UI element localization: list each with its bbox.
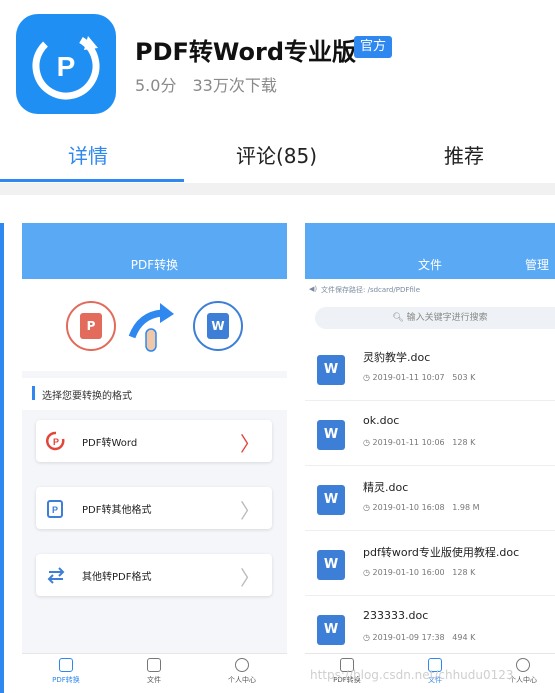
file-meta: ◷ 2019-01-10 16:08 1.98 M xyxy=(363,503,480,512)
nav-label: 个人中心 xyxy=(228,676,256,684)
section-label-text: 选择您要转换的格式 xyxy=(42,391,132,402)
file-size: 503 K xyxy=(452,373,476,382)
section-bar xyxy=(32,386,35,400)
nav-convert[interactable]: PDF转换 xyxy=(36,658,96,685)
convert-illustration: P W xyxy=(22,279,287,371)
option-pdf-to-other[interactable]: P PDF转其他格式 〉 xyxy=(36,487,272,529)
tab-bar: 详情 评论(85) 推荐 xyxy=(0,128,555,184)
chevron-right-icon: 〉 xyxy=(240,566,260,590)
option-pdf-to-word[interactable]: P PDF转Word 〉 xyxy=(36,420,272,462)
file-size: 494 K xyxy=(452,633,476,642)
file-row[interactable]: W pdf转word专业版使用教程.doc ◷ 2019-01-10 16:00… xyxy=(305,532,555,596)
file-name: ok.doc xyxy=(363,414,400,427)
tab-comments[interactable]: 评论(85) xyxy=(236,140,317,169)
word-doc-icon: W xyxy=(317,550,345,580)
option-label: PDF转Word xyxy=(82,438,138,449)
file-name: 精灵.doc xyxy=(363,481,409,494)
option-other-to-pdf[interactable]: 其他转PDF格式 〉 xyxy=(36,554,272,596)
file-size: 128 K xyxy=(452,568,476,577)
save-path-text: 文件保存路径: /sdcard/PDFfile xyxy=(321,286,421,294)
manage-button[interactable]: 管理 xyxy=(525,256,549,273)
word-circle: W xyxy=(193,301,243,351)
file-date: 2019-01-11 10:07 xyxy=(372,373,445,382)
file-icon xyxy=(147,658,161,672)
svg-text:P: P xyxy=(52,505,58,515)
app-icon[interactable]: P xyxy=(16,14,116,114)
word-file-icon: W xyxy=(207,313,229,339)
tab-details[interactable]: 详情 xyxy=(68,140,108,169)
file-date: 2019-01-10 16:08 xyxy=(372,503,445,512)
screenshot-files[interactable]: 文件 管理 ◀) 文件保存路径: /sdcard/PDFfile 🔍︎ 输入关键… xyxy=(305,223,555,693)
word-doc-icon: W xyxy=(317,355,345,385)
app-meta: 5.0分 33万次下载 xyxy=(135,72,277,96)
save-path: ◀) 文件保存路径: /sdcard/PDFfile xyxy=(305,279,555,299)
file-row[interactable]: W 233333.doc ◷ 2019-01-09 17:38 494 K xyxy=(305,597,555,661)
other-to-pdf-icon xyxy=(47,567,65,584)
file-meta: ◷ 2019-01-10 16:00 128 K xyxy=(363,568,476,577)
app-header: P PDF转Word专业版 官方 5.0分 33万次下载 xyxy=(0,0,555,120)
nav-profile[interactable]: 个人中心 xyxy=(212,658,272,685)
file-row[interactable]: W 灵豹教学.doc ◷ 2019-01-11 10:07 503 K xyxy=(305,337,555,401)
pdf-convert-icon: P xyxy=(32,32,100,100)
ppt-circle: P xyxy=(66,301,116,351)
pdf-to-word-icon: P xyxy=(46,431,65,451)
nav-label: PDF转换 xyxy=(52,676,80,684)
file-size: 128 K xyxy=(452,438,476,447)
watermark: https://blog.csdn.net/chhudu0123 xyxy=(310,668,514,682)
speaker-icon: ◀) xyxy=(309,285,318,293)
nav-label: 文件 xyxy=(147,676,161,684)
app-rating: 5.0分 xyxy=(135,76,177,95)
file-meta: ◷ 2019-01-11 10:07 503 K xyxy=(363,373,476,382)
option-label: 其他转PDF格式 xyxy=(82,572,152,583)
tab-recommend[interactable]: 推荐 xyxy=(444,140,484,169)
file-meta: ◷ 2019-01-11 10:06 128 K xyxy=(363,438,476,447)
chevron-right-icon: 〉 xyxy=(240,432,260,456)
file-meta: ◷ 2019-01-09 17:38 494 K xyxy=(363,633,476,642)
file-row[interactable]: W 精灵.doc ◷ 2019-01-10 16:08 1.98 M xyxy=(305,467,555,531)
user-icon xyxy=(235,658,249,672)
svg-text:P: P xyxy=(53,437,59,447)
file-date: 2019-01-11 10:06 xyxy=(372,438,445,447)
file-name: 233333.doc xyxy=(363,609,429,622)
screenshot-edge xyxy=(0,223,4,693)
pdf-to-other-icon: P xyxy=(47,500,63,518)
file-date: 2019-01-09 17:38 xyxy=(372,633,445,642)
chevron-right-icon: 〉 xyxy=(240,499,260,523)
convert-title: PDF转换 xyxy=(130,258,179,272)
app-title: PDF转Word专业版 xyxy=(135,38,357,66)
file-size: 1.98 M xyxy=(452,503,480,512)
files-title: 文件 xyxy=(417,258,442,272)
option-label: PDF转其他格式 xyxy=(82,505,152,516)
convert-topbar: PDF转换 xyxy=(22,223,287,279)
svg-text:P: P xyxy=(57,51,76,82)
screenshot-convert[interactable]: PDF转换 P W 选择您要转换的格式 P PDF转Word 〉 P PDF转其… xyxy=(22,223,287,693)
search-icon: 🔍︎ xyxy=(392,313,407,323)
file-row[interactable]: W ok.doc ◷ 2019-01-11 10:06 128 K xyxy=(305,402,555,466)
convert-icon xyxy=(59,658,73,672)
format-section-label: 选择您要转换的格式 xyxy=(22,378,287,410)
word-doc-icon: W xyxy=(317,615,345,645)
file-date: 2019-01-10 16:00 xyxy=(372,568,445,577)
official-badge: 官方 xyxy=(354,36,393,58)
word-doc-icon: W xyxy=(317,485,345,515)
ppt-file-icon: P xyxy=(80,313,102,339)
bottom-nav: PDF转换 文件 个人中心 xyxy=(22,653,287,693)
files-topbar: 文件 管理 xyxy=(305,223,555,279)
search-placeholder: 输入关键字进行搜索 xyxy=(406,313,488,323)
app-downloads: 33万次下载 xyxy=(192,76,277,95)
active-tab-indicator xyxy=(0,179,184,182)
search-input[interactable]: 🔍︎ 输入关键字进行搜索 xyxy=(315,307,555,329)
section-divider xyxy=(0,183,555,195)
file-name: pdf转word专业版使用教程.doc xyxy=(363,546,520,559)
nav-files[interactable]: 文件 xyxy=(124,658,184,685)
user-icon xyxy=(516,658,530,672)
word-doc-icon: W xyxy=(317,420,345,450)
file-name: 灵豹教学.doc xyxy=(363,351,431,364)
convert-arrow-hand-icon xyxy=(128,303,174,352)
